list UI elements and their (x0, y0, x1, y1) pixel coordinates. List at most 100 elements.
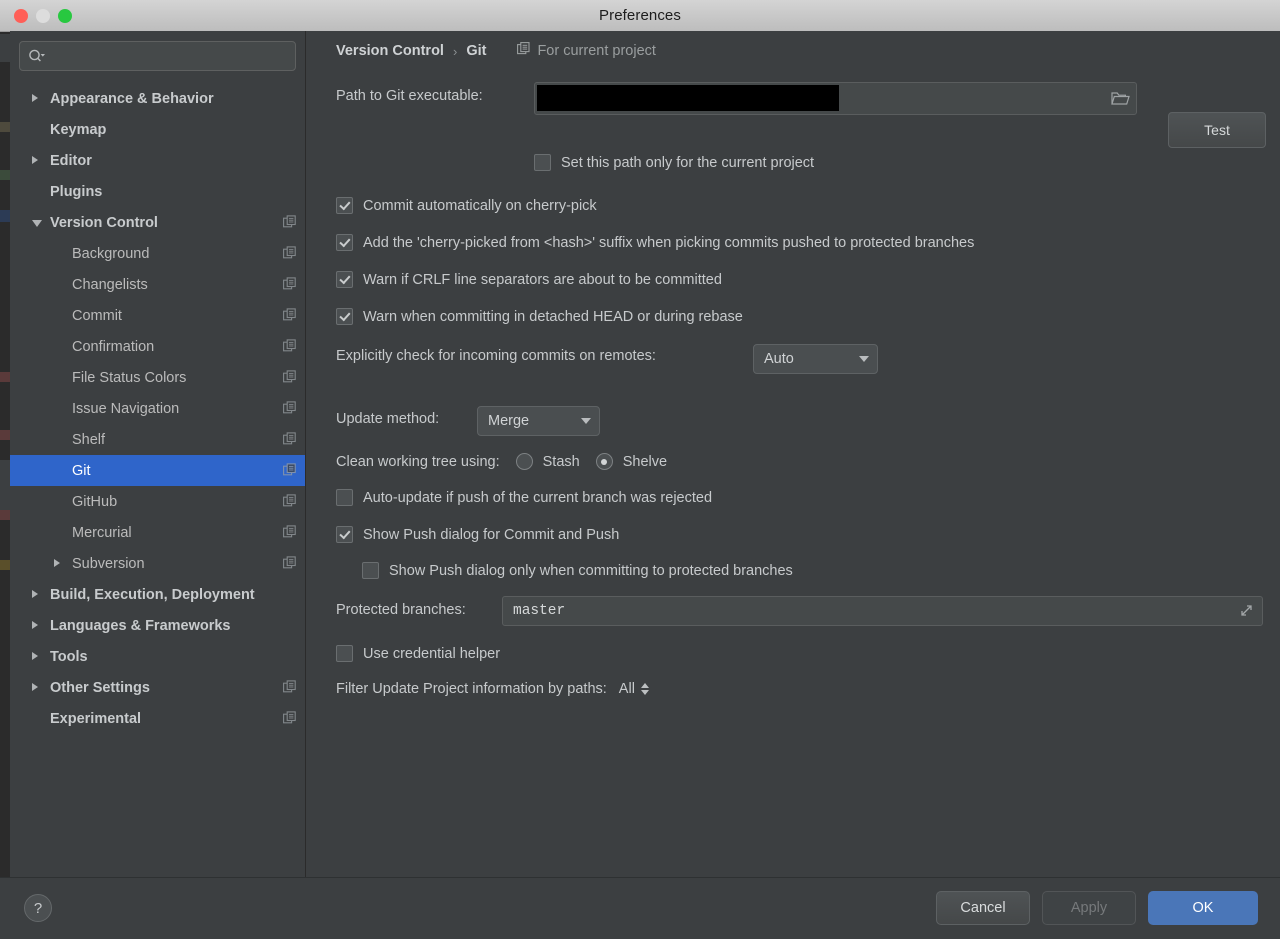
project-scope-icon (283, 680, 297, 698)
sidebar-item-subversion[interactable]: Subversion (10, 548, 305, 579)
sidebar-item-label: Confirmation (72, 338, 155, 355)
auto-update-checkbox[interactable] (336, 489, 353, 506)
sidebar-item-label: Background (72, 245, 150, 262)
protected-branches-row: Protected branches: (336, 602, 466, 618)
chevron-right-icon[interactable] (32, 621, 38, 629)
sidebar-item-version-control[interactable]: Version Control (10, 207, 305, 238)
show-push-dialog-label: Show Push dialog for Commit and Push (363, 526, 620, 543)
breadcrumb-parent[interactable]: Version Control (336, 43, 444, 59)
sidebar-item-label: Subversion (72, 555, 145, 572)
chevron-right-icon[interactable] (32, 156, 38, 164)
sidebar-item-keymap[interactable]: Keymap (10, 114, 305, 145)
checkbox-row[interactable]: Add the 'cherry-picked from <hash>' suff… (336, 234, 974, 251)
credential-helper-row[interactable]: Use credential helper (336, 645, 500, 662)
credential-helper-checkbox[interactable] (336, 645, 353, 662)
stash-radio[interactable] (515, 453, 533, 470)
show-push-protected-row[interactable]: Show Push dialog only when committing to… (362, 562, 793, 579)
update-method-value: Merge (488, 413, 530, 429)
window-title: Preferences (599, 7, 681, 24)
checkbox-row[interactable]: Commit automatically on cherry-pick (336, 197, 597, 214)
filter-paths-row: Filter Update Project information by pat… (336, 681, 649, 697)
test-button[interactable]: Test (1168, 112, 1266, 148)
auto-update-row[interactable]: Auto-update if push of the current branc… (336, 489, 712, 506)
show-push-dialog-checkbox[interactable] (336, 526, 353, 543)
stepper-arrows-icon[interactable] (640, 683, 649, 695)
sidebar-item-background[interactable]: Background (10, 238, 305, 269)
show-push-protected-checkbox[interactable] (362, 562, 379, 579)
help-button[interactable]: ? (24, 894, 52, 922)
sidebar-item-shelf[interactable]: Shelf (10, 424, 305, 455)
sidebar-item-other-settings[interactable]: Other Settings (10, 672, 305, 703)
search-input[interactable] (50, 47, 284, 65)
set-path-project-row[interactable]: Set this path only for the current proje… (534, 154, 814, 171)
chevron-down-icon (859, 356, 869, 362)
sidebar-item-editor[interactable]: Editor (10, 145, 305, 176)
sidebar-item-label: Keymap (50, 121, 107, 138)
sidebar-item-label: Tools (50, 648, 88, 665)
project-scope-icon (283, 246, 297, 264)
clean-working-tree-row: Clean working tree using: Stash Shelve (336, 453, 667, 470)
settings-content: Version Control › Git For current projec… (306, 31, 1280, 878)
sidebar-item-label: Build, Execution, Deployment (50, 586, 255, 603)
project-scope-icon (283, 494, 297, 512)
checkbox-row[interactable]: Warn if CRLF line separators are about t… (336, 271, 722, 288)
sidebar-item-label: Commit (72, 307, 122, 324)
warn-crlf-checkbox[interactable] (336, 271, 353, 288)
chevron-right-icon[interactable] (32, 683, 38, 691)
filter-paths-stepper[interactable]: All (619, 681, 649, 697)
search-box[interactable] (19, 41, 296, 71)
sidebar-item-label: Version Control (50, 214, 158, 231)
sidebar-item-label: Plugins (50, 183, 103, 200)
scope-indicator: For current project (517, 42, 656, 60)
commit-auto-cherry-pick-checkbox[interactable] (336, 197, 353, 214)
chevron-down-icon[interactable] (32, 220, 42, 227)
sidebar-item-mercurial[interactable]: Mercurial (10, 517, 305, 548)
sidebar-item-appearance-behavior[interactable]: Appearance & Behavior (10, 83, 305, 114)
apply-button[interactable]: Apply (1042, 891, 1136, 925)
incoming-commits-value: Auto (764, 351, 794, 367)
cancel-button[interactable]: Cancel (936, 891, 1030, 925)
sidebar-item-build-execution-deployment[interactable]: Build, Execution, Deployment (10, 579, 305, 610)
breadcrumb-separator: › (452, 43, 458, 59)
sidebar-item-git[interactable]: Git (10, 455, 305, 486)
cherry-picked-suffix-checkbox[interactable] (336, 234, 353, 251)
sidebar-item-confirmation[interactable]: Confirmation (10, 331, 305, 362)
update-method-dropdown[interactable]: Merge (477, 406, 600, 436)
sidebar-item-label: Changelists (72, 276, 148, 293)
minimize-button[interactable] (36, 9, 50, 23)
show-push-dialog-row[interactable]: Show Push dialog for Commit and Push (336, 526, 619, 543)
expand-icon[interactable] (1239, 603, 1254, 623)
chevron-right-icon[interactable] (32, 94, 38, 102)
sidebar-item-issue-navigation[interactable]: Issue Navigation (10, 393, 305, 424)
redacted-path-value (537, 85, 839, 111)
git-path-input[interactable] (534, 82, 1137, 115)
checkbox-row[interactable]: Warn when committing in detached HEAD or… (336, 308, 743, 325)
sidebar-item-github[interactable]: GitHub (10, 486, 305, 517)
sidebar-item-languages-frameworks[interactable]: Languages & Frameworks (10, 610, 305, 641)
shelve-radio[interactable] (595, 453, 613, 470)
ok-button[interactable]: OK (1148, 891, 1258, 925)
project-scope-icon (283, 711, 297, 729)
project-scope-icon (283, 556, 297, 574)
sidebar-item-plugins[interactable]: Plugins (10, 176, 305, 207)
folder-icon[interactable] (1110, 89, 1130, 107)
protected-branches-input[interactable]: master (502, 596, 1263, 626)
sidebar-item-label: Languages & Frameworks (50, 617, 231, 634)
sidebar-item-changelists[interactable]: Changelists (10, 269, 305, 300)
close-button[interactable] (14, 9, 28, 23)
chevron-right-icon[interactable] (32, 652, 38, 660)
incoming-commits-dropdown[interactable]: Auto (753, 344, 878, 374)
sidebar-item-label: Editor (50, 152, 92, 169)
set-path-project-label: Set this path only for the current proje… (561, 154, 815, 171)
warn-detached-head-checkbox[interactable] (336, 308, 353, 325)
sidebar-item-tools[interactable]: Tools (10, 641, 305, 672)
set-path-project-checkbox[interactable] (534, 154, 551, 171)
zoom-button[interactable] (58, 9, 72, 23)
chevron-right-icon[interactable] (54, 559, 60, 567)
chevron-right-icon[interactable] (32, 590, 38, 598)
sidebar-item-experimental[interactable]: Experimental (10, 703, 305, 734)
sidebar-item-file-status-colors[interactable]: File Status Colors (10, 362, 305, 393)
sidebar-item-commit[interactable]: Commit (10, 300, 305, 331)
sidebar-item-label: Issue Navigation (72, 400, 180, 417)
project-scope-icon (517, 42, 531, 60)
